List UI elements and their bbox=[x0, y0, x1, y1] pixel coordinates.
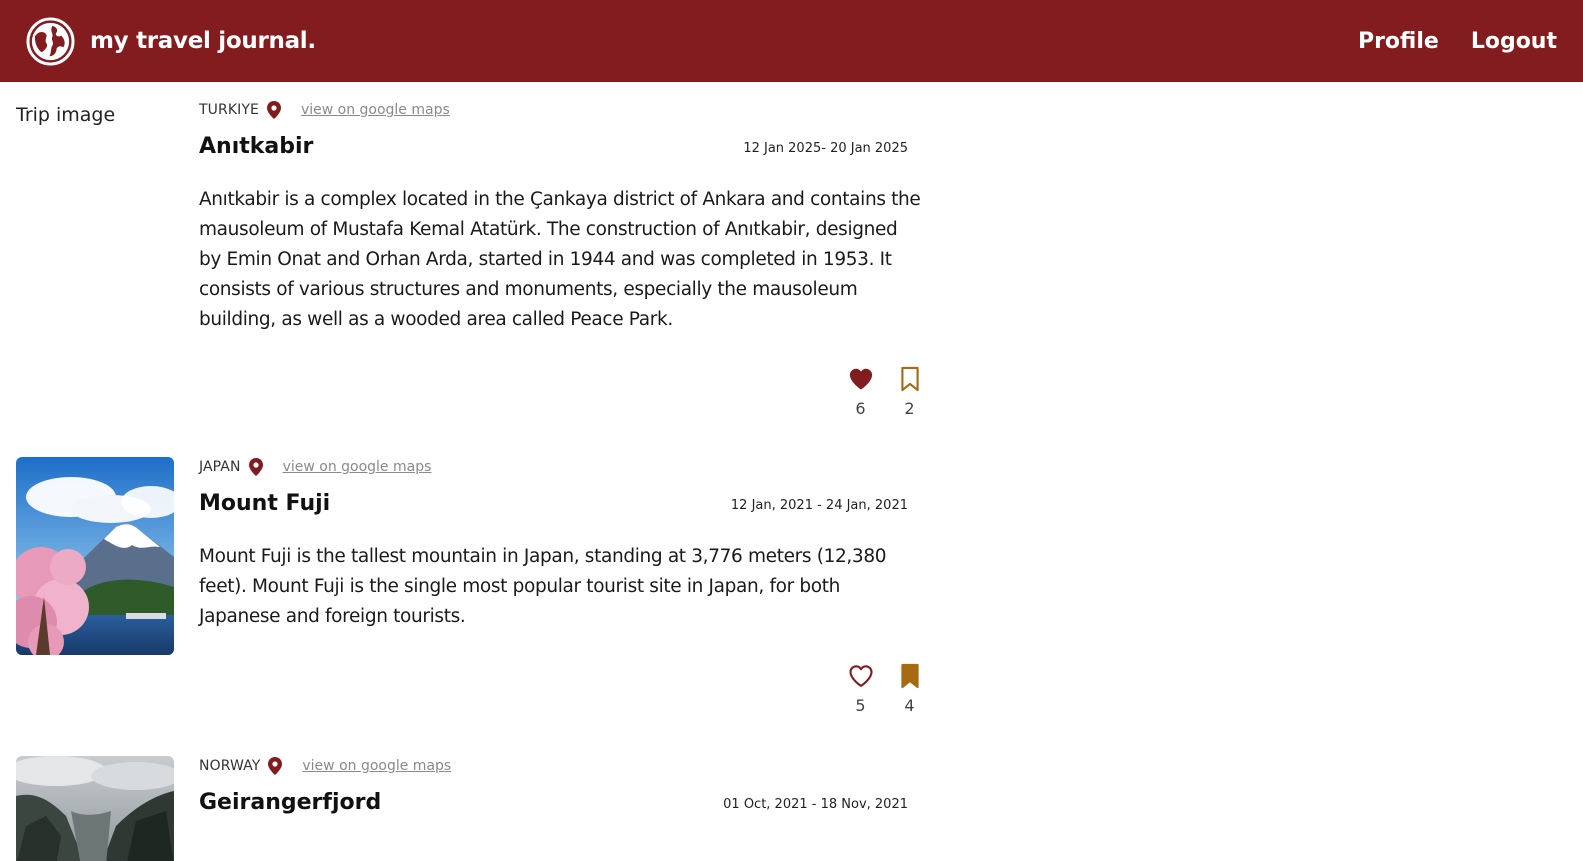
trip-title: Geirangerfjord bbox=[199, 790, 382, 815]
heart-outline-icon bbox=[848, 665, 873, 687]
trip-info: TURKIYE view on google maps Anıtkabir 12… bbox=[199, 100, 926, 418]
map-pin-icon bbox=[268, 757, 283, 775]
trip-country: TURKIYE bbox=[199, 102, 259, 118]
app-header: my travel journal. Profile Logout bbox=[0, 0, 1583, 82]
logout-link[interactable]: Logout bbox=[1471, 29, 1557, 54]
bookmark-outline-icon bbox=[900, 366, 919, 392]
trip-info: JAPAN view on google maps Mount Fuji 12 … bbox=[199, 457, 926, 715]
trip-title: Mount Fuji bbox=[199, 491, 331, 516]
map-pin-icon bbox=[266, 101, 281, 119]
trip-dates: 12 Jan 2025- 20 Jan 2025 bbox=[743, 141, 908, 156]
fjord-photo bbox=[16, 756, 174, 861]
title-row: Anıtkabir 12 Jan 2025- 20 Jan 2025 bbox=[199, 134, 926, 174]
trip-image bbox=[16, 457, 174, 655]
main-nav: Profile Logout bbox=[1358, 29, 1557, 54]
bookmark-button[interactable]: 4 bbox=[893, 662, 926, 715]
title-row: Geirangerfjord 01 Oct, 2021 - 18 Nov, 20… bbox=[199, 790, 926, 830]
heart-filled-icon bbox=[849, 368, 872, 390]
trip-info: NORWAY view on google maps Geirangerfjor… bbox=[199, 756, 926, 830]
trip-dates: 12 Jan, 2021 - 24 Jan, 2021 bbox=[730, 498, 908, 513]
like-count: 5 bbox=[855, 696, 866, 715]
google-maps-link[interactable]: view on google maps bbox=[302, 758, 451, 774]
trip-country: JAPAN bbox=[199, 459, 241, 475]
trip-description: Anıtkabir is a complex located in the Ça… bbox=[199, 189, 921, 330]
google-maps-link[interactable]: view on google maps bbox=[301, 102, 450, 118]
like-button[interactable]: 6 bbox=[844, 365, 877, 418]
google-maps-link[interactable]: view on google maps bbox=[283, 459, 432, 475]
trip-image-alt: Trip image bbox=[16, 104, 116, 126]
trip-actions: 6 2 bbox=[844, 365, 926, 418]
like-count: 6 bbox=[855, 399, 866, 418]
trip-dates: 01 Oct, 2021 - 18 Nov, 2021 bbox=[723, 797, 908, 812]
bookmark-count: 4 bbox=[904, 696, 915, 715]
trip-image-broken: Trip image bbox=[16, 100, 174, 298]
title-row: Mount Fuji 12 Jan, 2021 - 24 Jan, 2021 bbox=[199, 491, 926, 531]
location-row: TURKIYE view on google maps bbox=[199, 100, 926, 120]
location-row: NORWAY view on google maps bbox=[199, 756, 926, 776]
location-row: JAPAN view on google maps bbox=[199, 457, 926, 477]
bookmark-button[interactable]: 2 bbox=[893, 365, 926, 418]
trip-description: Mount Fuji is the tallest mountain in Ja… bbox=[199, 546, 887, 627]
brand-title: my travel journal. bbox=[90, 28, 316, 54]
trip-image bbox=[16, 756, 174, 861]
like-button[interactable]: 5 bbox=[844, 662, 877, 715]
mount-fuji-photo bbox=[16, 457, 174, 655]
brand[interactable]: my travel journal. bbox=[26, 16, 316, 66]
trip-title: Anıtkabir bbox=[199, 134, 314, 159]
trip-country: NORWAY bbox=[199, 758, 261, 774]
map-pin-icon bbox=[248, 458, 263, 476]
profile-link[interactable]: Profile bbox=[1358, 29, 1439, 54]
globe-logo-icon bbox=[26, 16, 75, 66]
trip-actions: 5 4 bbox=[844, 662, 926, 715]
bookmark-filled-icon bbox=[900, 663, 919, 689]
bookmark-count: 2 bbox=[904, 399, 915, 418]
